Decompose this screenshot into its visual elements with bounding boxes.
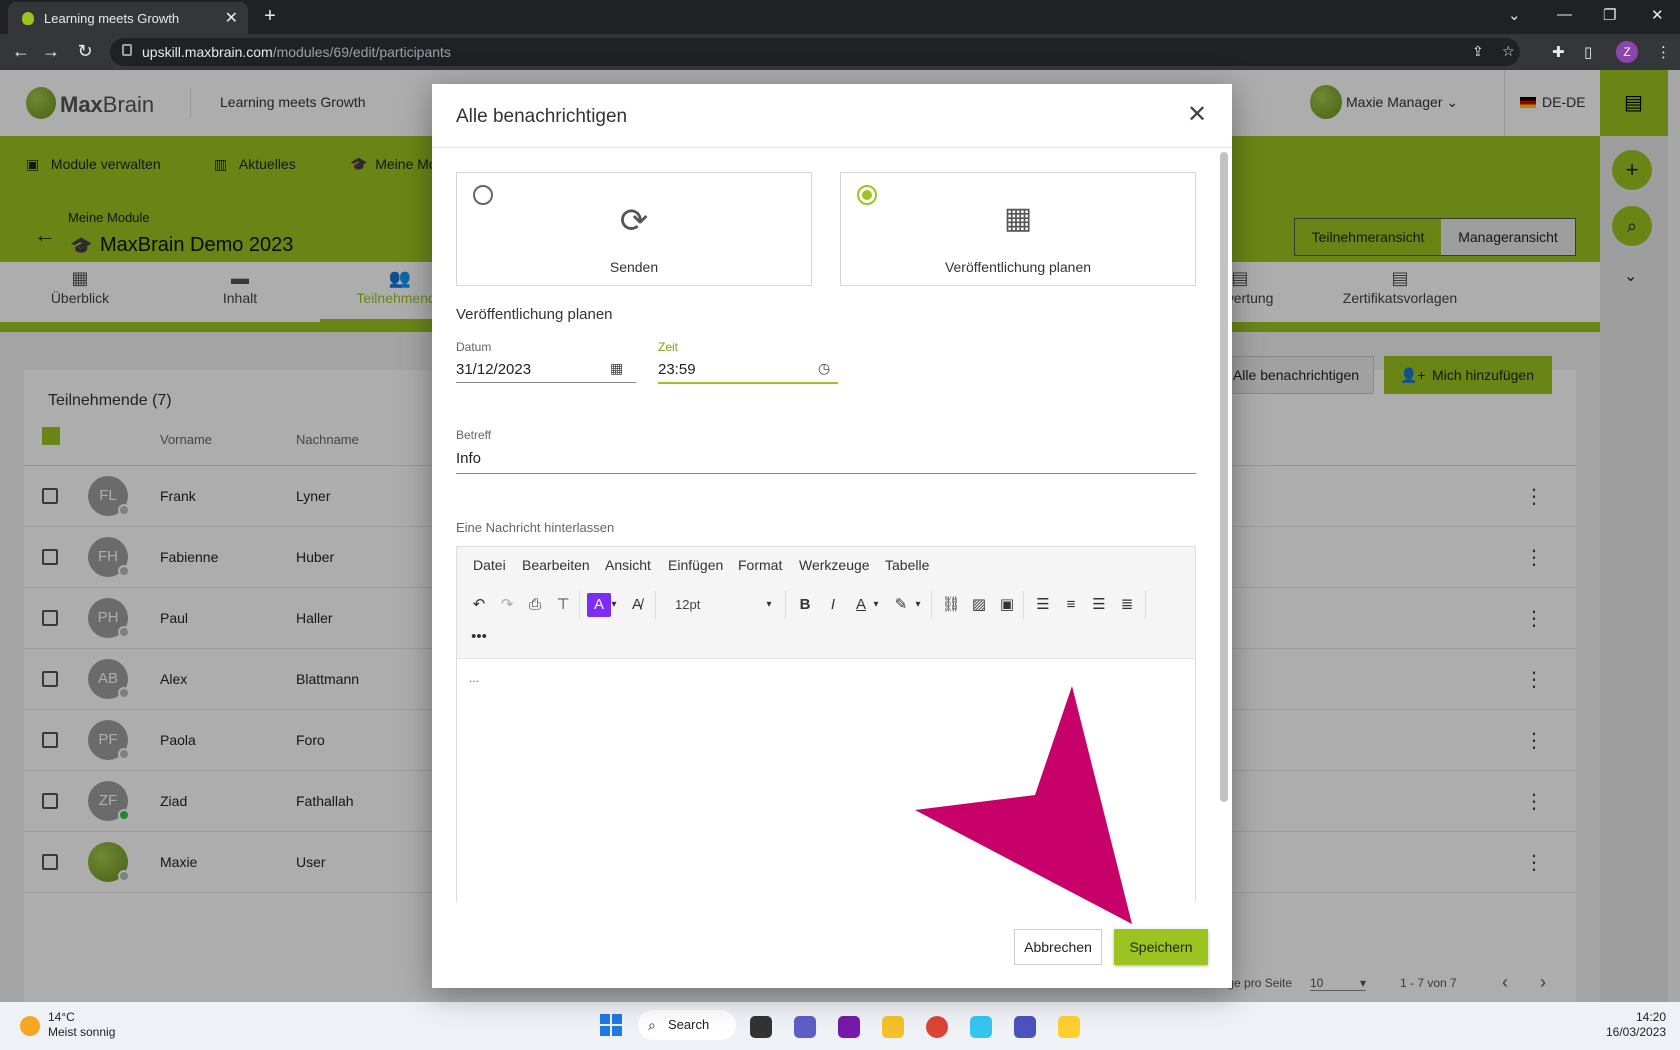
- annotation-arrow: [915, 686, 1132, 924]
- arrow-shape: [915, 686, 1132, 924]
